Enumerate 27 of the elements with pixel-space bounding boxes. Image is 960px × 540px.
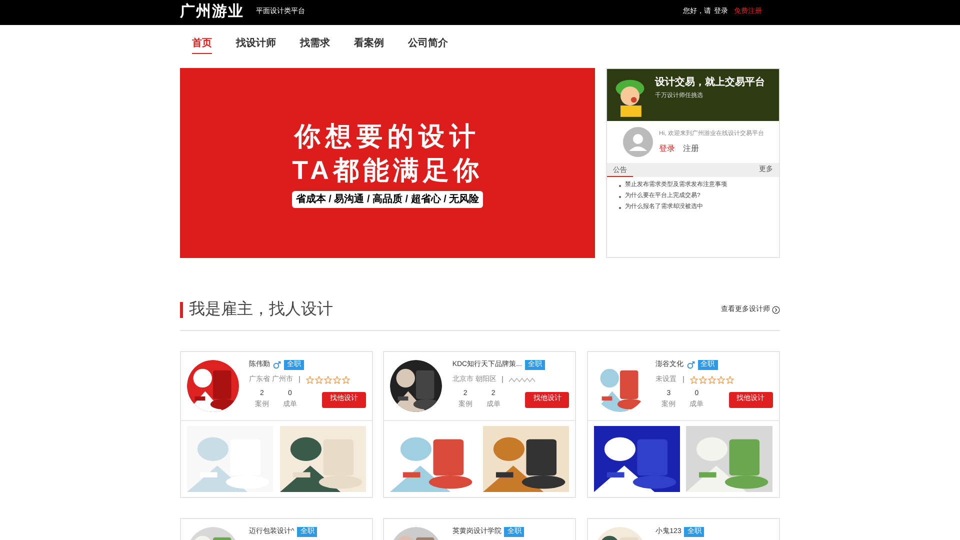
register-link[interactable]: 注册 (683, 142, 699, 154)
star-icon (314, 376, 323, 384)
star-icon (324, 376, 332, 384)
star-icon (332, 376, 341, 384)
avatar-icon (623, 127, 653, 157)
nav-tab[interactable]: 看案例 (354, 36, 384, 54)
star-icon (716, 376, 725, 384)
nav-tab[interactable]: 找需求 (300, 36, 330, 54)
star-icon (708, 376, 716, 384)
promo-banner[interactable]: 你想要的设计 TA都能满足你 省成本 / 易沟通 / 高品质 / 超省心 / 无风险 (180, 68, 595, 258)
banner-slogan: 省成本 / 易沟通 / 高品质 / 超省心 / 无风险 (292, 190, 484, 208)
wave-icon (509, 376, 536, 383)
panel-title: 设计交易，就上交易平台 (655, 75, 765, 90)
login-link[interactable]: 登录 (659, 142, 675, 154)
star-icon (698, 376, 707, 384)
site-logo[interactable]: 广州游业 (180, 1, 244, 24)
star-icon (726, 376, 734, 384)
star-icon (690, 376, 698, 384)
star-icon (342, 376, 350, 384)
chevron-right-icon (772, 306, 780, 314)
nav-tab[interactable]: 首页 (192, 36, 212, 54)
banner-headline: TA都能满足你 (292, 154, 483, 186)
nav-tab[interactable]: 找设计师 (236, 36, 276, 54)
banner-headline: 你想要的设计 (294, 120, 480, 152)
nav-tab[interactable]: 公司简介 (408, 36, 448, 54)
section-title: 我是雇主，找人设计 (189, 300, 333, 320)
star-icon (306, 376, 314, 384)
